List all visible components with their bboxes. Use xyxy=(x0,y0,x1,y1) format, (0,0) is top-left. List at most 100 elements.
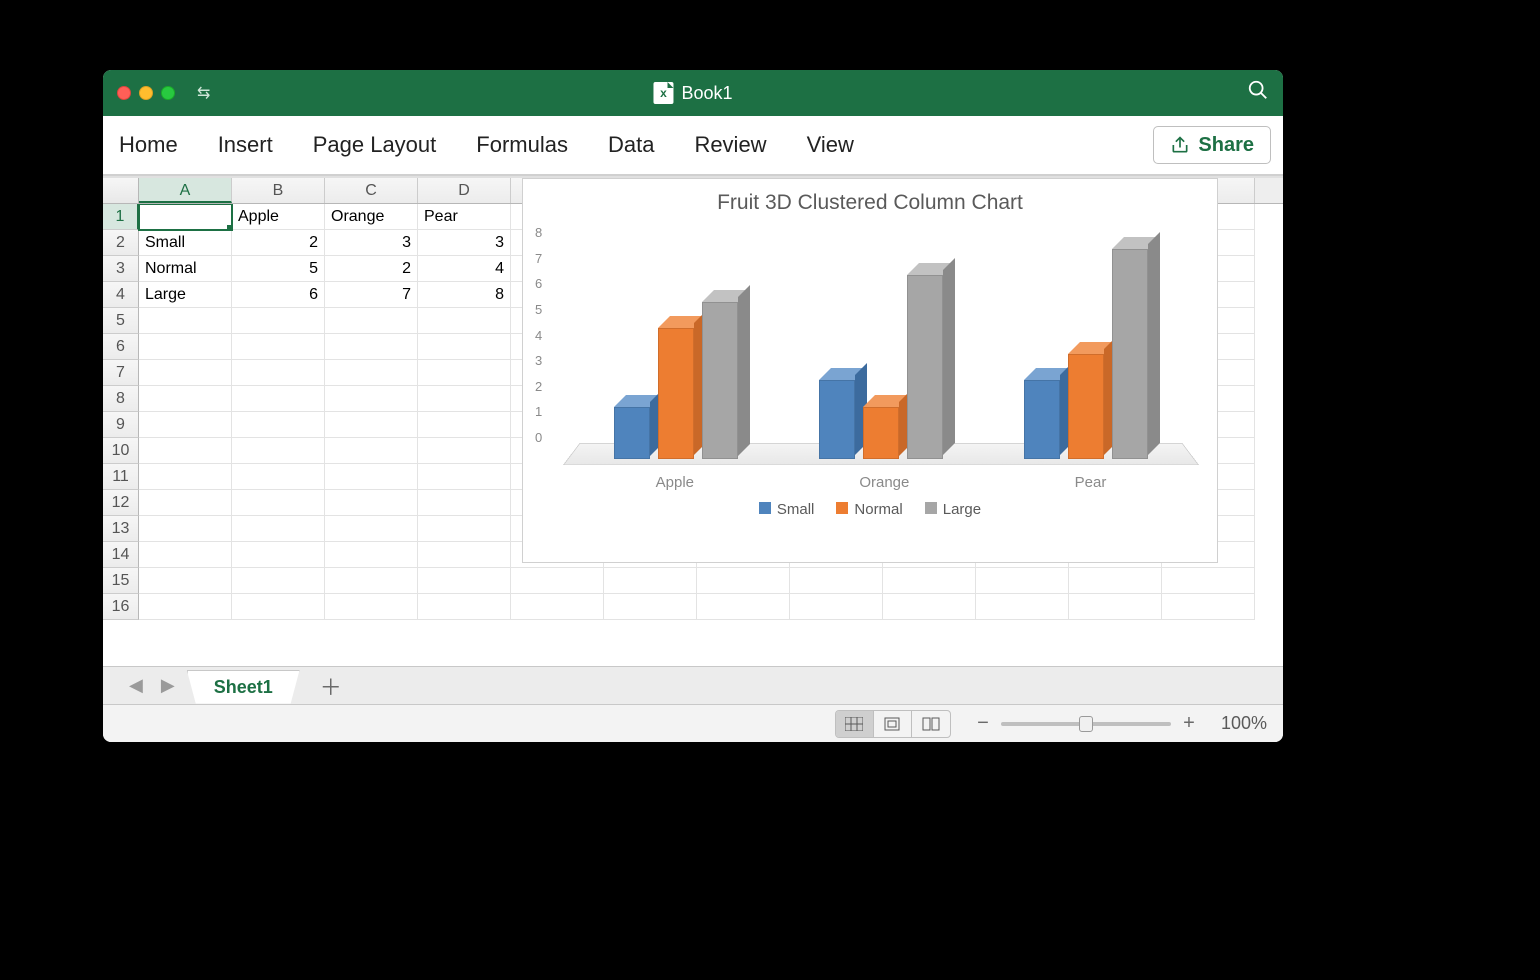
cell-K16[interactable] xyxy=(1069,594,1162,620)
row-header-3[interactable]: 3 xyxy=(103,256,139,282)
cell-D15[interactable] xyxy=(418,568,511,594)
cell-L15[interactable] xyxy=(1162,568,1255,594)
add-sheet-button[interactable]: ＋ xyxy=(306,670,356,702)
cell-J16[interactable] xyxy=(976,594,1069,620)
cell-A3[interactable]: Normal xyxy=(139,256,232,282)
cell-C3[interactable]: 2 xyxy=(325,256,418,282)
cell-C8[interactable] xyxy=(325,386,418,412)
cell-K15[interactable] xyxy=(1069,568,1162,594)
row-header-13[interactable]: 13 xyxy=(103,516,139,542)
cell-B9[interactable] xyxy=(232,412,325,438)
chart-bar[interactable] xyxy=(819,380,855,459)
cell-B7[interactable] xyxy=(232,360,325,386)
cell-A9[interactable] xyxy=(139,412,232,438)
column-header-B[interactable]: B xyxy=(232,178,325,203)
share-button[interactable]: Share xyxy=(1153,126,1271,164)
cell-A2[interactable]: Small xyxy=(139,230,232,256)
row-header-7[interactable]: 7 xyxy=(103,360,139,386)
cell-H15[interactable] xyxy=(790,568,883,594)
cell-F15[interactable] xyxy=(604,568,697,594)
chart-bar[interactable] xyxy=(1068,354,1104,459)
ribbon-tab-home[interactable]: Home xyxy=(119,132,178,158)
row-header-6[interactable]: 6 xyxy=(103,334,139,360)
cell-B14[interactable] xyxy=(232,542,325,568)
row-header-16[interactable]: 16 xyxy=(103,594,139,620)
cell-C5[interactable] xyxy=(325,308,418,334)
cell-A7[interactable] xyxy=(139,360,232,386)
row-header-14[interactable]: 14 xyxy=(103,542,139,568)
chart-bar[interactable] xyxy=(1112,249,1148,459)
cell-D14[interactable] xyxy=(418,542,511,568)
ribbon-tab-insert[interactable]: Insert xyxy=(218,132,273,158)
cell-C6[interactable] xyxy=(325,334,418,360)
cell-B3[interactable]: 5 xyxy=(232,256,325,282)
cell-A10[interactable] xyxy=(139,438,232,464)
close-window-button[interactable] xyxy=(117,86,131,100)
cell-B12[interactable] xyxy=(232,490,325,516)
column-header-C[interactable]: C xyxy=(325,178,418,203)
cell-A4[interactable]: Large xyxy=(139,282,232,308)
search-icon[interactable] xyxy=(1247,79,1269,107)
cell-C13[interactable] xyxy=(325,516,418,542)
cell-D2[interactable]: 3 xyxy=(418,230,511,256)
cell-D10[interactable] xyxy=(418,438,511,464)
cell-D3[interactable]: 4 xyxy=(418,256,511,282)
column-header-D[interactable]: D xyxy=(418,178,511,203)
cell-B10[interactable] xyxy=(232,438,325,464)
cell-B2[interactable]: 2 xyxy=(232,230,325,256)
cell-D11[interactable] xyxy=(418,464,511,490)
cell-C7[interactable] xyxy=(325,360,418,386)
row-header-12[interactable]: 12 xyxy=(103,490,139,516)
chart-bar[interactable] xyxy=(658,328,694,459)
cell-A8[interactable] xyxy=(139,386,232,412)
sheet-nav-prev-icon[interactable]: ◀ xyxy=(123,671,149,700)
cell-D8[interactable] xyxy=(418,386,511,412)
zoom-out-button[interactable]: − xyxy=(973,712,993,735)
cell-A15[interactable] xyxy=(139,568,232,594)
ribbon-tab-data[interactable]: Data xyxy=(608,132,654,158)
cell-C4[interactable]: 7 xyxy=(325,282,418,308)
row-header-15[interactable]: 15 xyxy=(103,568,139,594)
row-header-11[interactable]: 11 xyxy=(103,464,139,490)
row-header-2[interactable]: 2 xyxy=(103,230,139,256)
cell-G16[interactable] xyxy=(697,594,790,620)
cell-D5[interactable] xyxy=(418,308,511,334)
select-all-corner[interactable] xyxy=(103,178,139,203)
cell-D13[interactable] xyxy=(418,516,511,542)
cell-E15[interactable] xyxy=(511,568,604,594)
zoom-slider-thumb[interactable] xyxy=(1079,716,1093,732)
cell-G15[interactable] xyxy=(697,568,790,594)
ribbon-tab-formulas[interactable]: Formulas xyxy=(476,132,568,158)
column-header-A[interactable]: A xyxy=(139,178,232,203)
view-normal-button[interactable] xyxy=(836,711,874,737)
cell-F16[interactable] xyxy=(604,594,697,620)
cell-D9[interactable] xyxy=(418,412,511,438)
view-page-layout-button[interactable] xyxy=(874,711,912,737)
autosave-toggle-icon[interactable]: ⇆ xyxy=(197,83,210,103)
ribbon-tab-page-layout[interactable]: Page Layout xyxy=(313,132,437,158)
cell-I16[interactable] xyxy=(883,594,976,620)
cell-C15[interactable] xyxy=(325,568,418,594)
cell-C11[interactable] xyxy=(325,464,418,490)
cell-B5[interactable] xyxy=(232,308,325,334)
cell-A5[interactable] xyxy=(139,308,232,334)
zoom-slider-track[interactable] xyxy=(1001,722,1171,726)
fullscreen-window-button[interactable] xyxy=(161,86,175,100)
cell-A12[interactable] xyxy=(139,490,232,516)
cell-C2[interactable]: 3 xyxy=(325,230,418,256)
chart-bar[interactable] xyxy=(614,407,650,460)
row-header-5[interactable]: 5 xyxy=(103,308,139,334)
view-page-break-button[interactable] xyxy=(912,711,950,737)
cell-C14[interactable] xyxy=(325,542,418,568)
cell-D7[interactable] xyxy=(418,360,511,386)
cell-C9[interactable] xyxy=(325,412,418,438)
chart-bar[interactable] xyxy=(907,275,943,459)
cell-C12[interactable] xyxy=(325,490,418,516)
minimize-window-button[interactable] xyxy=(139,86,153,100)
cell-B15[interactable] xyxy=(232,568,325,594)
cell-L16[interactable] xyxy=(1162,594,1255,620)
embedded-chart[interactable]: Fruit 3D Clustered Column Chart 87654321… xyxy=(522,178,1218,563)
zoom-slider[interactable]: − + xyxy=(973,712,1199,735)
cell-A16[interactable] xyxy=(139,594,232,620)
cell-D16[interactable] xyxy=(418,594,511,620)
